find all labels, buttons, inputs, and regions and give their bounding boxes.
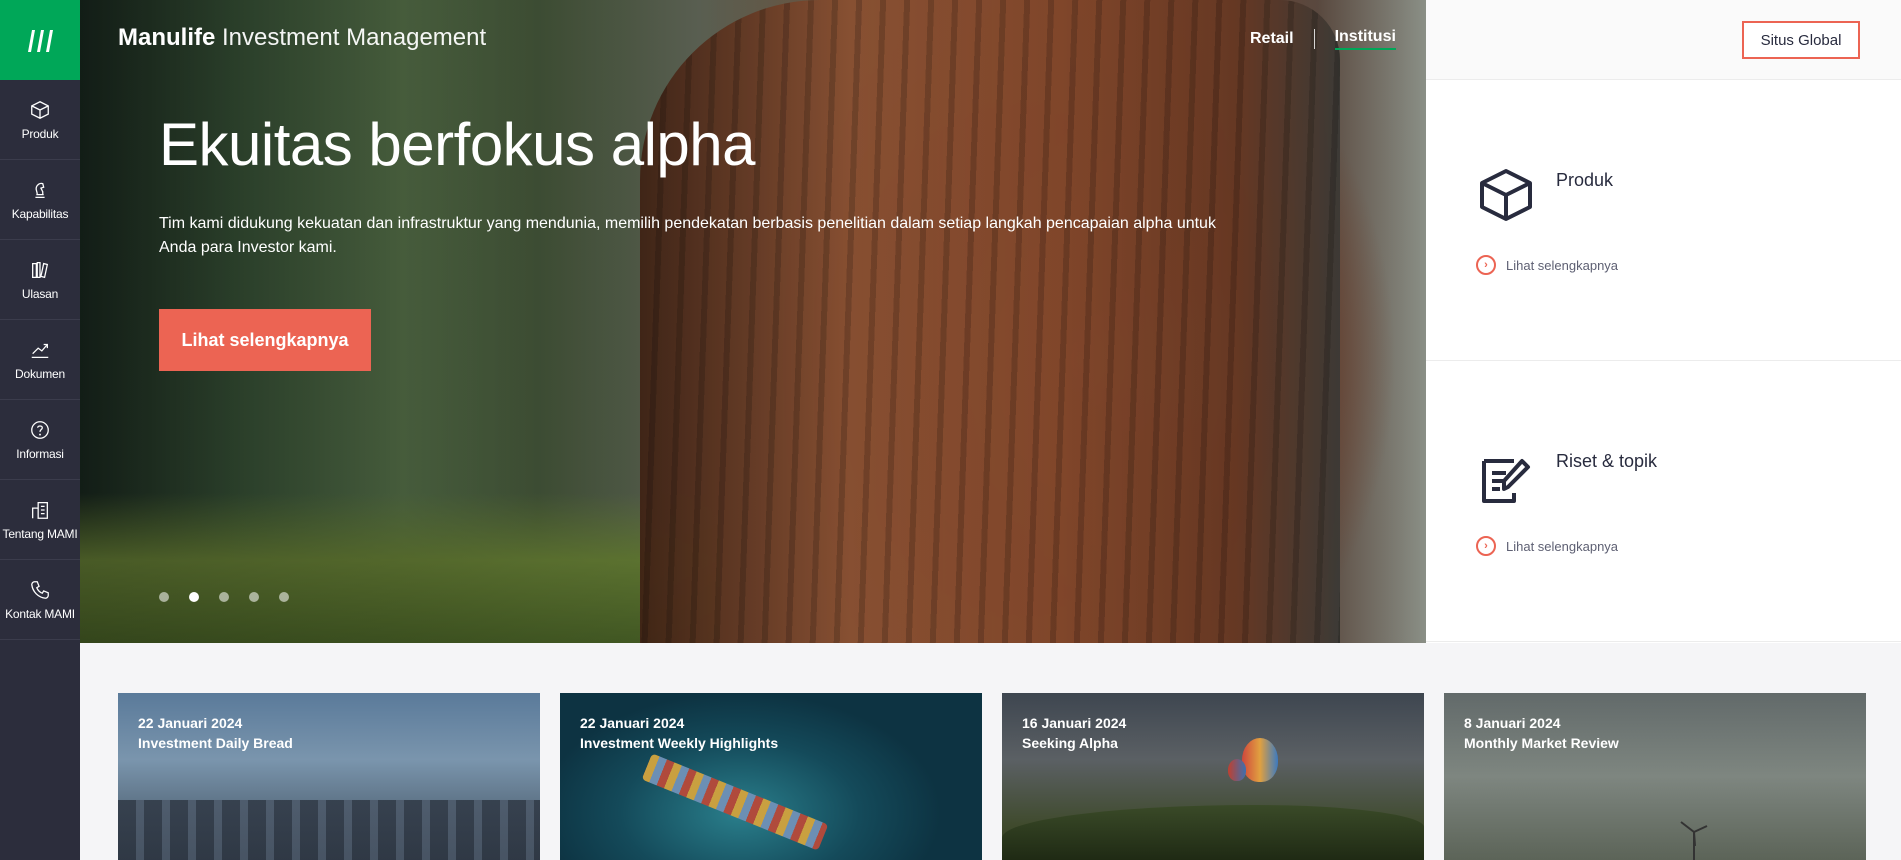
box-icon: [1480, 169, 1532, 221]
news-title: Investment Daily Bread: [138, 735, 293, 751]
rail-label: Informasi: [16, 446, 64, 461]
rail-item-produk[interactable]: Produk: [0, 80, 80, 160]
news-list: 22 Januari 2024 Investment Daily Bread 2…: [118, 693, 1866, 860]
rail-item-ulasan[interactable]: Ulasan: [0, 240, 80, 320]
right-panel: Situs Global Produk › Lihat selengkapnya…: [1426, 0, 1901, 643]
card-link-label: Lihat selengkapnya: [1506, 538, 1619, 554]
question-icon: [31, 420, 49, 439]
card-riset[interactable]: Riset & topik › Lihat selengkapnya: [1426, 361, 1901, 642]
news-card[interactable]: 8 Januari 2024 Monthly Market Review: [1444, 693, 1866, 860]
chevron-right-icon: ›: [1476, 536, 1496, 556]
left-rail: Produk Kapabilitas Ulasan Dokumen Inform…: [0, 0, 80, 860]
wind-turbine-icon: [1680, 821, 1708, 860]
rail-label: Kapabilitas: [11, 206, 69, 221]
brand-name-bold: Manulife: [118, 24, 216, 51]
news-card[interactable]: 22 Januari 2024 Investment Weekly Highli…: [560, 693, 982, 860]
document-edit-icon: [1482, 459, 1530, 503]
rail-label: Produk: [21, 126, 59, 141]
phone-icon: [31, 580, 49, 599]
manulife-logo[interactable]: [0, 0, 80, 80]
news-title: Monthly Market Review: [1464, 735, 1619, 751]
news-date: 16 Januari 2024: [1022, 715, 1127, 731]
nav-retail[interactable]: Retail: [1250, 30, 1294, 48]
rail-label: Dokumen: [15, 366, 65, 381]
news-date: 22 Januari 2024: [580, 715, 685, 731]
chess-knight-icon: [35, 182, 45, 198]
card-riset-more-link[interactable]: › Lihat selengkapnya: [1476, 536, 1618, 556]
news-image-ship: [641, 753, 829, 851]
rail-label: Tentang MAMI: [2, 526, 78, 541]
rail-label: Ulasan: [21, 286, 59, 301]
news-image-city: [118, 800, 540, 860]
rail-label: Kontak MAMI: [5, 606, 75, 621]
news-card[interactable]: 16 Januari 2024 Seeking Alpha: [1002, 693, 1424, 860]
brand-name-light: Investment Management: [222, 24, 487, 51]
trend-line-icon: [31, 343, 49, 358]
card-link-label: Lihat selengkapnya: [1506, 257, 1619, 273]
right-header: Situs Global: [1426, 0, 1901, 80]
rail-item-kontak[interactable]: Kontak MAMI: [0, 560, 80, 640]
hero-description: Tim kami didukung kekuatan dan infrastru…: [159, 215, 1216, 256]
audience-switch: Retail Institusi: [1250, 28, 1396, 50]
news-date: 8 Januari 2024: [1464, 715, 1561, 731]
chevron-right-icon: ›: [1476, 255, 1496, 275]
card-title: Produk: [1556, 170, 1614, 190]
carousel-dot-1[interactable]: [159, 592, 169, 602]
rail-item-tentang[interactable]: Tentang MAMI: [0, 480, 80, 560]
hero-cta-button[interactable]: Lihat selengkapnya: [159, 309, 371, 371]
carousel-dot-3[interactable]: [219, 592, 229, 602]
books-icon: [32, 261, 49, 278]
global-site-button[interactable]: Situs Global: [1742, 21, 1860, 59]
rail-item-informasi[interactable]: Informasi: [0, 400, 80, 480]
card-produk-more-link[interactable]: › Lihat selengkapnya: [1476, 255, 1618, 275]
news-date: 22 Januari 2024: [138, 715, 243, 731]
carousel-dot-2[interactable]: [189, 592, 199, 602]
box-icon: [31, 100, 49, 119]
carousel-dots: [159, 592, 289, 602]
building-icon: [32, 501, 48, 519]
news-image-hills: [1002, 805, 1424, 860]
nav-divider: [1313, 29, 1315, 49]
card-produk[interactable]: Produk › Lihat selengkapnya: [1426, 80, 1901, 361]
news-title: Investment Weekly Highlights: [580, 735, 779, 751]
card-title: Riset & topik: [1556, 451, 1658, 471]
nav-institusi[interactable]: Institusi: [1334, 28, 1396, 50]
carousel-dot-4[interactable]: [249, 592, 259, 602]
carousel-dot-5[interactable]: [279, 592, 289, 602]
hero-title: Ekuitas berfokus alpha: [159, 111, 756, 178]
rail-item-dokumen[interactable]: Dokumen: [0, 320, 80, 400]
brand-wordmark[interactable]: Manulife Investment Management: [118, 24, 486, 52]
news-image-balloon: [1242, 738, 1278, 782]
news-card[interactable]: 22 Januari 2024 Investment Daily Bread: [118, 693, 540, 860]
manulife-logo-icon: [28, 30, 53, 52]
news-image-balloon-small: [1228, 759, 1246, 781]
news-title: Seeking Alpha: [1022, 735, 1118, 751]
rail-item-kapabilitas[interactable]: Kapabilitas: [0, 160, 80, 240]
